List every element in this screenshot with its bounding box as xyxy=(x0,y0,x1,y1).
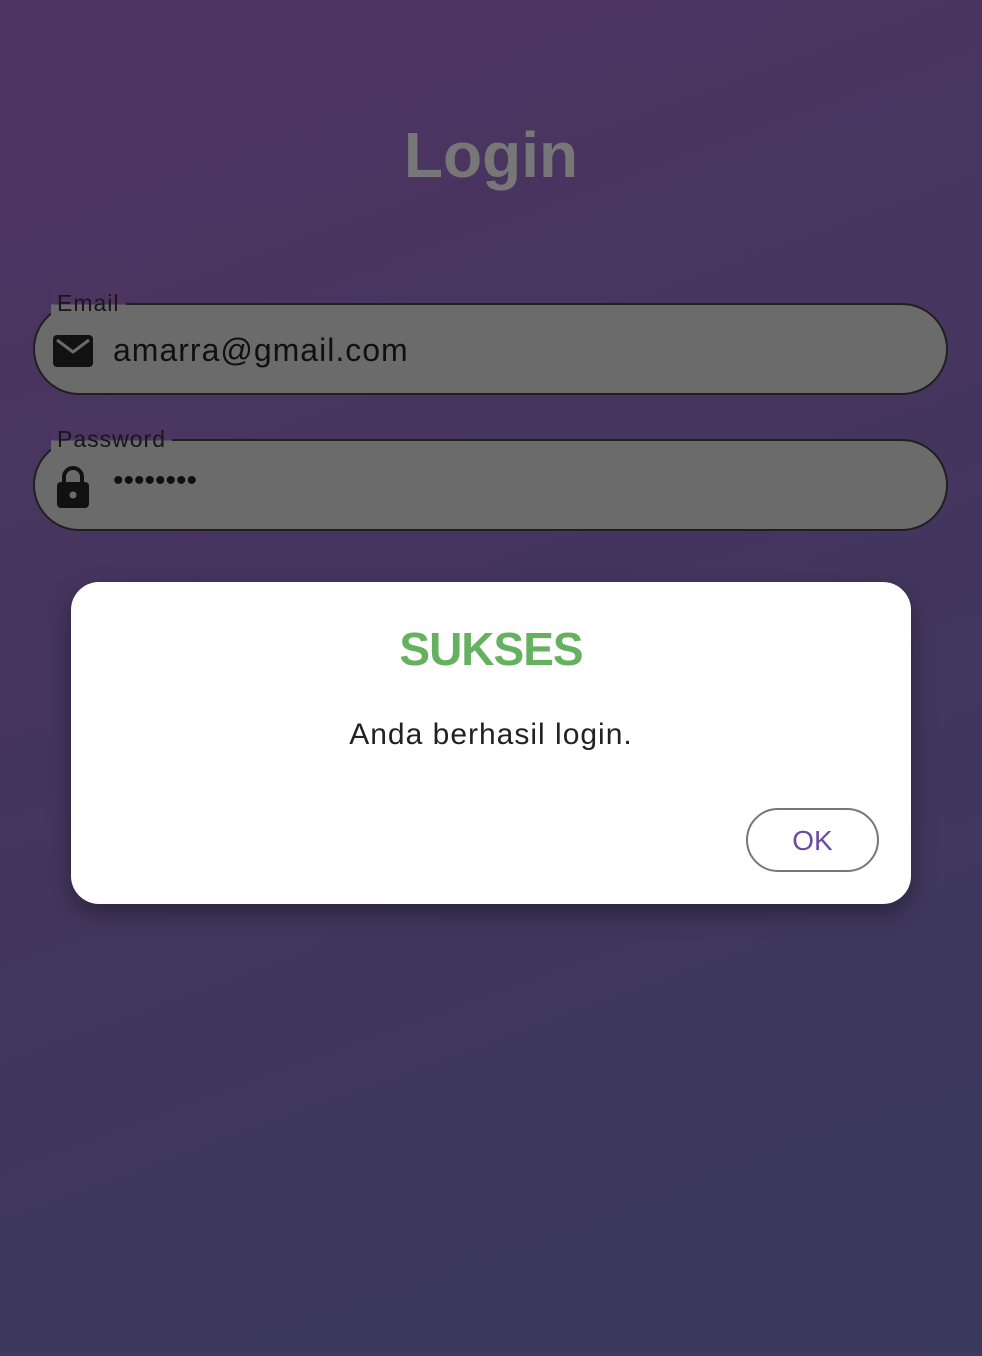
dialog-title: SUKSES xyxy=(399,623,583,675)
success-dialog: SUKSES Anda berhasil login. OK xyxy=(71,582,911,904)
ok-button[interactable]: OK xyxy=(746,808,879,872)
dialog-message: Anda berhasil login. xyxy=(349,718,633,751)
